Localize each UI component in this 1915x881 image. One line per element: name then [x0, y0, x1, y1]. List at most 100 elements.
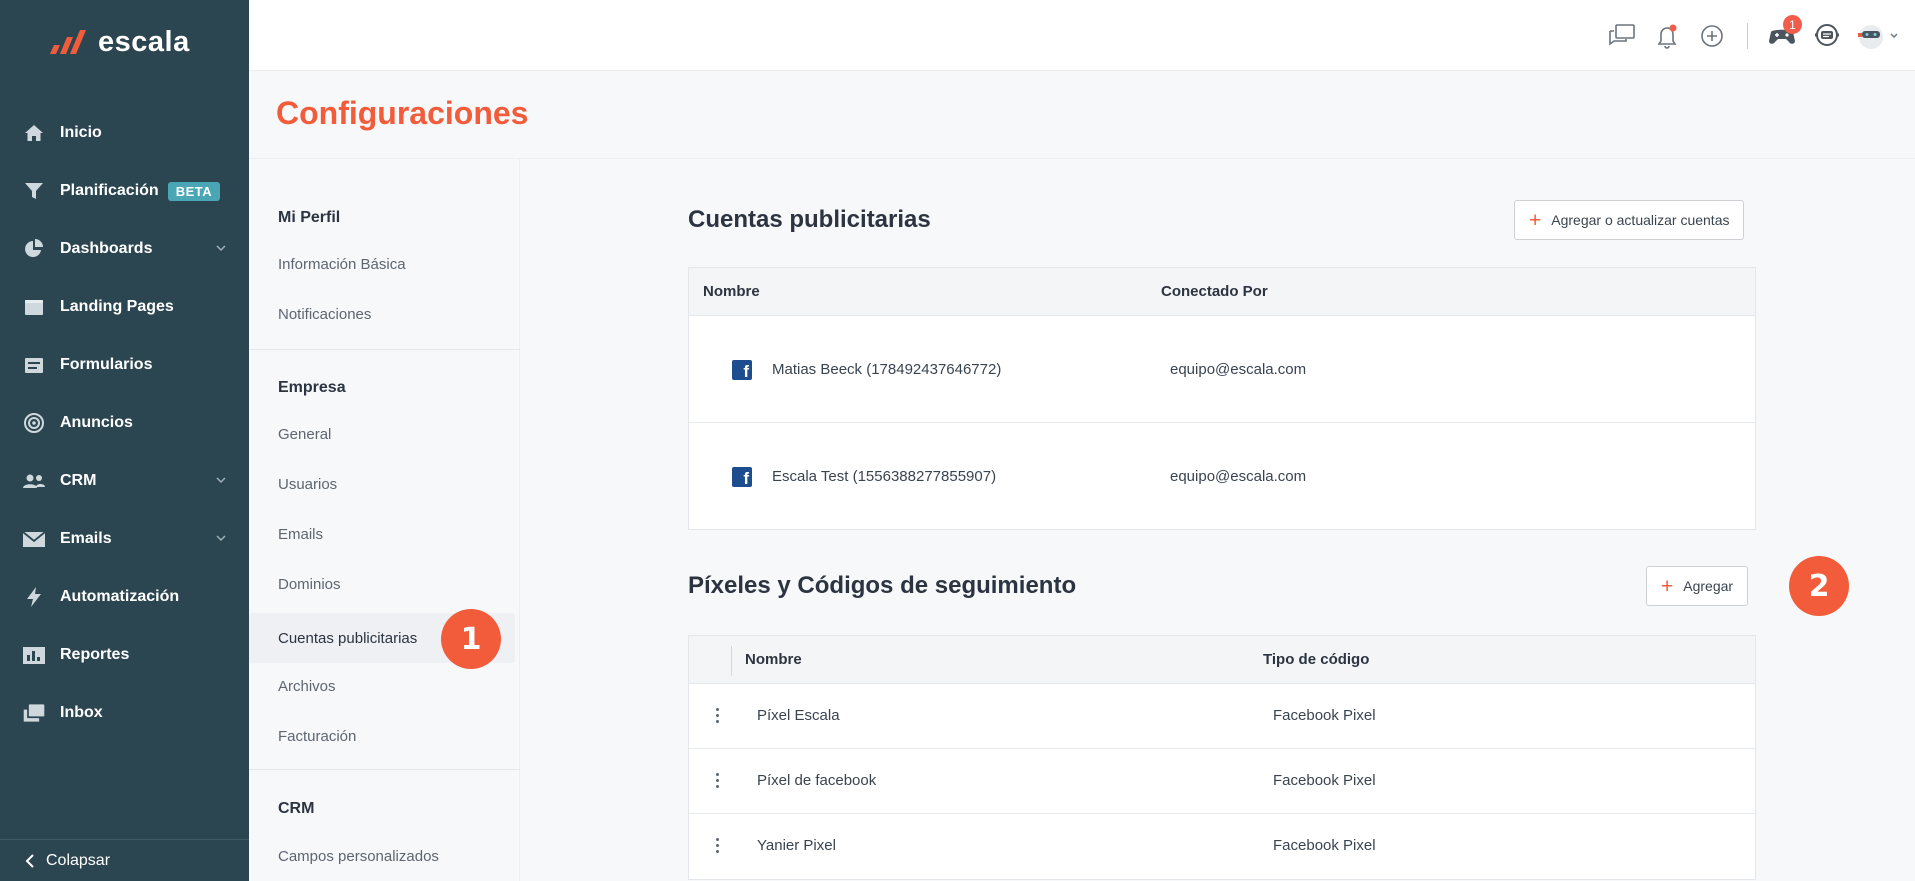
main-nav: Inicio Planificación BETA Dashboards Lan… — [0, 104, 249, 742]
logo[interactable]: escala — [48, 24, 190, 60]
sidebar: escala Inicio Planificación BETA Dashboa… — [0, 0, 249, 881]
game-icon[interactable]: 1 — [1765, 15, 1802, 53]
settings-section-mi-perfil: Mi Perfil — [278, 209, 341, 226]
column-header-tipo-de-codigo: Tipo de código — [1263, 651, 1370, 668]
table-row[interactable]: Píxel de facebook Facebook Pixel — [689, 749, 1755, 814]
pixel-type: Facebook Pixel — [1273, 772, 1376, 789]
support-chat-icon[interactable] — [1810, 19, 1844, 53]
sidebar-item-label: Anuncios — [60, 414, 133, 431]
table-row[interactable]: f Escala Test (1556388277855907) equipo@… — [689, 423, 1755, 529]
settings-item-campos-personalizados[interactable]: Campos personalizados — [249, 831, 515, 881]
page-title: Configuraciones — [276, 95, 529, 131]
sidebar-item-inbox[interactable]: Inbox — [0, 684, 249, 742]
step-marker-2: 2 — [1789, 556, 1849, 616]
settings-item-usuarios[interactable]: Usuarios — [249, 459, 515, 509]
topbar-divider — [1747, 23, 1748, 49]
topbar-actions: 1 — [1594, 15, 1901, 54]
sidebar-item-label: Planificación — [60, 182, 159, 199]
chevron-down-icon — [216, 477, 226, 484]
sidebar-item-label: Inicio — [60, 124, 102, 141]
table-row[interactable]: Yanier Pixel Facebook Pixel — [689, 814, 1755, 879]
settings-item-general[interactable]: General — [249, 409, 515, 459]
add-update-accounts-button[interactable]: + Agregar o actualizar cuentas — [1514, 200, 1745, 240]
add-pixel-button[interactable]: + Agregar — [1646, 566, 1749, 606]
sidebar-item-anuncios[interactable]: Anuncios — [0, 394, 249, 452]
chevron-down-icon — [216, 245, 226, 252]
sidebar-item-emails[interactable]: Emails — [0, 510, 249, 568]
settings-item-dominios[interactable]: Dominios — [249, 559, 515, 609]
topbar: 1 — [249, 0, 1915, 71]
plus-icon: + — [1529, 208, 1542, 232]
table-row[interactable]: f Matias Beeck (178492437646772) equipo@… — [689, 316, 1755, 423]
column-header-conectado-por: Conectado Por — [1161, 283, 1268, 300]
account-name: Escala Test (1556388277855907) — [772, 468, 997, 485]
column-separator — [731, 646, 732, 676]
settings-divider — [249, 349, 520, 350]
home-icon — [22, 121, 46, 145]
settings-section-empresa: Empresa — [278, 379, 346, 396]
row-menu-icon[interactable] — [716, 838, 722, 853]
envelope-icon — [22, 527, 46, 551]
add-update-accounts-label: Agregar o actualizar cuentas — [1551, 212, 1730, 228]
funnel-icon — [22, 179, 46, 203]
row-menu-icon[interactable] — [716, 708, 722, 723]
sidebar-item-label: Reportes — [60, 646, 130, 663]
pie-chart-icon — [22, 237, 46, 261]
settings-item-emails[interactable]: Emails — [249, 509, 515, 559]
notification-count-badge: 1 — [1783, 15, 1802, 34]
sidebar-item-label: Emails — [60, 530, 112, 547]
sidebar-item-dashboards[interactable]: Dashboards — [0, 220, 249, 278]
pixel-name: Píxel Escala — [757, 707, 840, 724]
chat-bubbles-icon[interactable] — [1605, 19, 1639, 53]
sidebar-item-label: CRM — [60, 472, 97, 489]
sidebar-item-label: Inbox — [60, 704, 103, 721]
sidebar-item-automatizacion[interactable]: Automatización — [0, 568, 249, 626]
pixel-name: Píxel de facebook — [757, 772, 877, 789]
users-icon — [22, 469, 46, 493]
pixels-table: Nombre Tipo de código Píxel Escala Faceb… — [688, 635, 1756, 880]
collapse-button[interactable]: Colapsar — [0, 839, 249, 881]
pixels-title: Píxeles y Códigos de seguimiento — [688, 572, 1077, 599]
chevron-left-icon — [25, 853, 34, 868]
sidebar-item-landing-pages[interactable]: Landing Pages — [0, 278, 249, 336]
target-icon — [22, 411, 46, 435]
settings-item-informacion-basica[interactable]: Información Básica — [249, 239, 515, 289]
bell-icon[interactable] — [1650, 19, 1684, 53]
row-menu-icon[interactable] — [716, 773, 722, 788]
table-row[interactable]: Píxel Escala Facebook Pixel — [689, 684, 1755, 749]
settings-divider — [249, 769, 520, 770]
add-pixel-label: Agregar — [1683, 578, 1734, 594]
plus-circle-icon[interactable] — [1695, 19, 1729, 53]
sidebar-item-formularios[interactable]: Formularios — [0, 336, 249, 394]
column-header-nombre: Nombre — [745, 651, 802, 668]
settings-section-crm: CRM — [278, 800, 315, 817]
bar-chart-icon — [22, 643, 46, 667]
ad-accounts-title: Cuentas publicitarias — [688, 206, 931, 233]
beta-badge: BETA — [167, 181, 221, 201]
inbox-icon — [22, 701, 46, 725]
connected-by: equipo@escala.com — [1170, 468, 1307, 485]
lightning-icon — [22, 585, 46, 609]
settings-nav: Mi Perfil Información Básica Notificacio… — [249, 159, 520, 881]
landing-page-icon — [22, 295, 46, 319]
sidebar-item-reportes[interactable]: Reportes — [0, 626, 249, 684]
sidebar-item-inicio[interactable]: Inicio — [0, 104, 249, 162]
chevron-down-icon — [216, 535, 226, 542]
facebook-icon: f — [732, 467, 752, 487]
settings-item-facturacion[interactable]: Facturación — [249, 711, 515, 761]
logo-mark-icon — [50, 30, 86, 54]
step-marker-1: 1 — [441, 609, 501, 669]
sidebar-item-label: Automatización — [60, 588, 180, 605]
avatar-icon[interactable] — [1855, 19, 1901, 53]
logo-text: escala — [98, 25, 190, 58]
sidebar-item-planificacion[interactable]: Planificación BETA — [0, 162, 249, 220]
plus-icon: + — [1661, 574, 1674, 598]
sidebar-item-crm[interactable]: CRM — [0, 452, 249, 510]
sidebar-item-label: Landing Pages — [60, 298, 174, 315]
table-header: Nombre Conectado Por — [689, 268, 1755, 316]
settings-item-notificaciones[interactable]: Notificaciones — [249, 289, 515, 339]
pixel-type: Facebook Pixel — [1273, 837, 1376, 854]
main-content: Cuentas publicitarias + Agregar o actual… — [520, 159, 1915, 881]
pixel-name: Yanier Pixel — [757, 837, 836, 854]
sidebar-item-label: Dashboards — [60, 240, 153, 257]
